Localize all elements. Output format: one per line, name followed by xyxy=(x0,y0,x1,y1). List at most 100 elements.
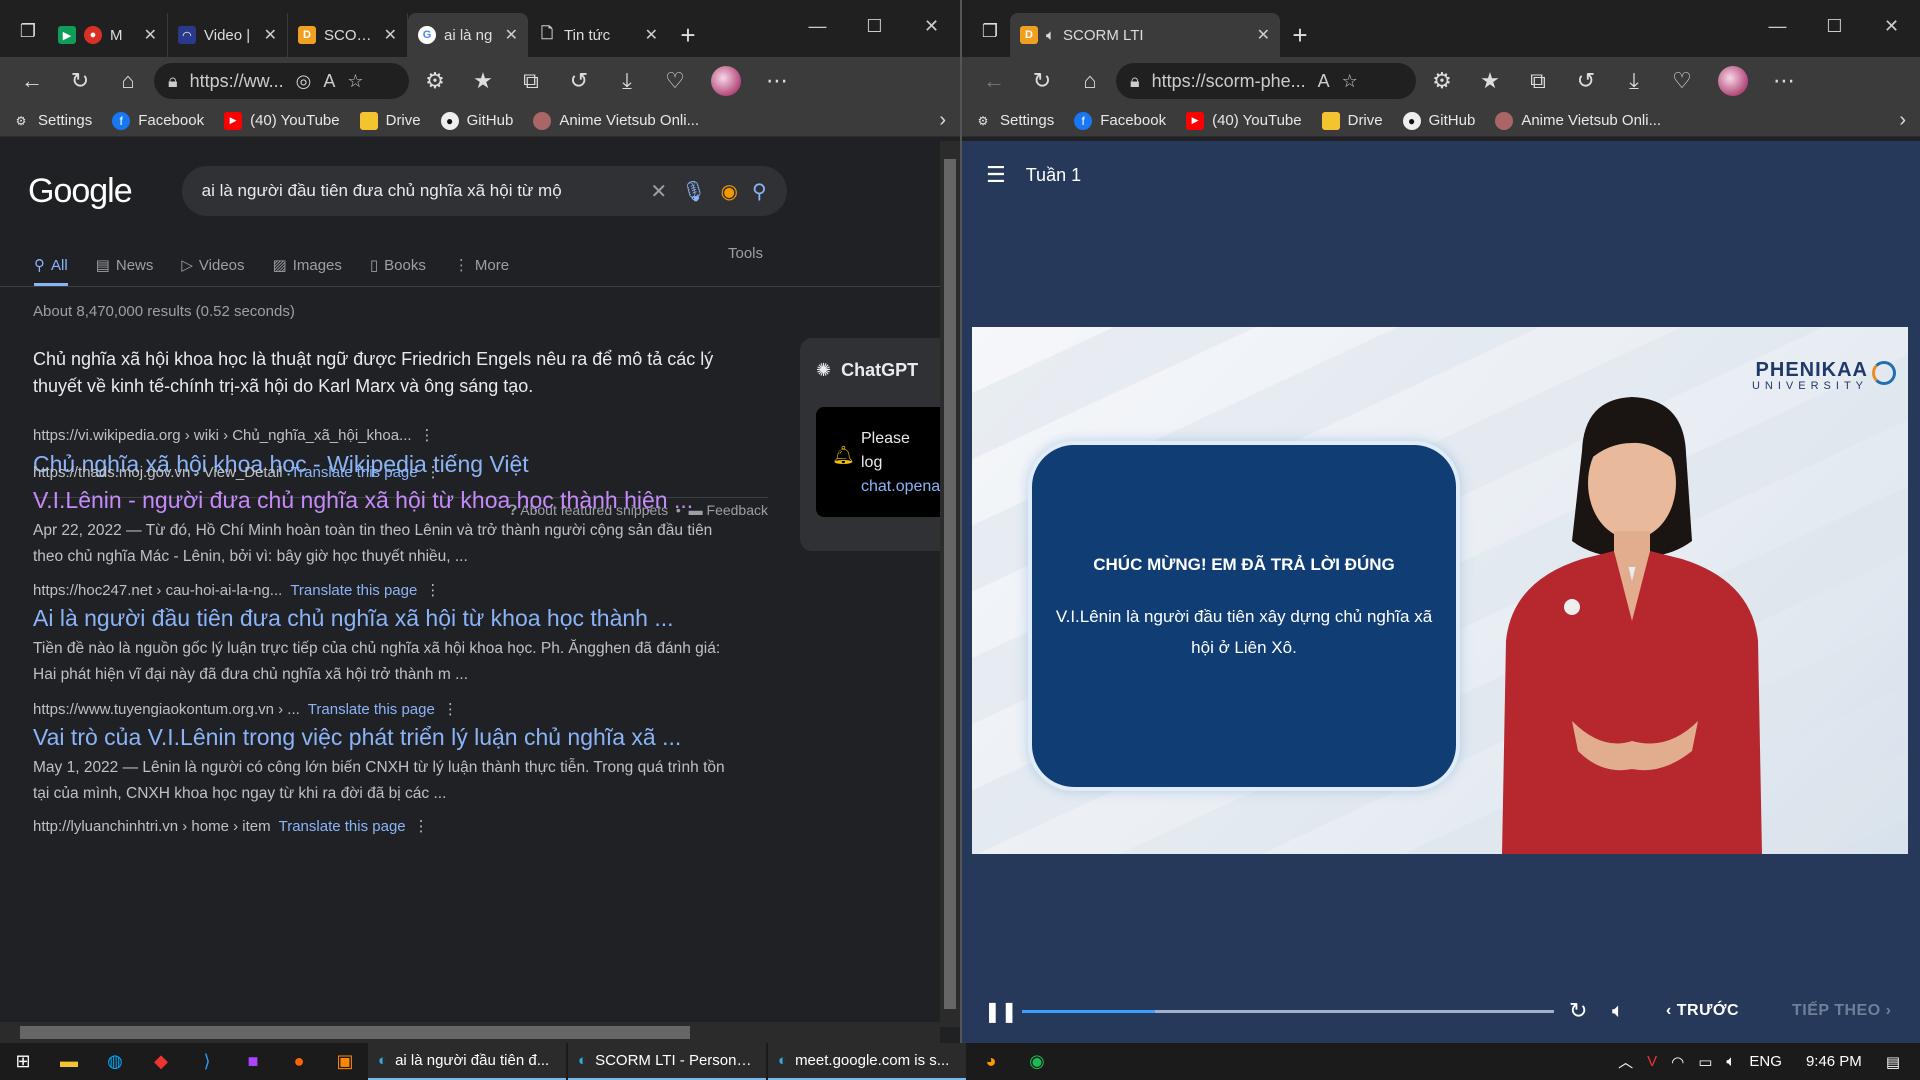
tab-images[interactable]: ▨ Images xyxy=(273,256,342,286)
result-title-link[interactable]: Ai là người đầu tiên đưa chủ nghĩa xã hộ… xyxy=(33,605,753,632)
avatar[interactable] xyxy=(711,66,741,96)
clear-icon[interactable]: ✕ xyxy=(650,179,667,204)
home-icon[interactable]: ⌂ xyxy=(106,61,150,101)
search-icon[interactable]: ⚲ xyxy=(752,179,767,204)
close-icon[interactable]: ✕ xyxy=(1257,25,1270,45)
more-vert-icon[interactable]: ⋮ xyxy=(425,581,440,599)
history-icon[interactable]: ↺ xyxy=(557,61,601,101)
add-favorite-icon[interactable]: ☆ xyxy=(1342,71,1358,92)
bookmark-anime[interactable]: Anime Vietsub Onli... xyxy=(533,111,699,130)
close-icon[interactable]: ✕ xyxy=(505,25,518,45)
extensions-icon[interactable]: ⚙ xyxy=(413,61,457,101)
chevron-up-icon[interactable]: ︿ xyxy=(1618,1051,1633,1072)
minimize-icon[interactable]: — xyxy=(789,0,846,52)
notification-icon[interactable]: ▤ xyxy=(1886,1053,1900,1071)
tab-all[interactable]: ⚲ All xyxy=(34,256,68,286)
bookmark-github[interactable]: ● GitHub xyxy=(1402,111,1475,130)
tab-google-search[interactable]: G ai là ng ✕ xyxy=(408,13,528,57)
more-vert-icon[interactable]: ⋮ xyxy=(420,422,435,449)
bookmark-youtube[interactable]: ▶ (40) YouTube xyxy=(1186,111,1302,130)
speaker-icon[interactable]: 🔈︎ xyxy=(1046,27,1055,44)
maximize-icon[interactable]: ☐ xyxy=(846,0,903,52)
favorites-icon[interactable]: ★ xyxy=(1468,61,1512,101)
read-aloud-icon[interactable]: A xyxy=(323,71,335,92)
close-window-icon[interactable]: ✕ xyxy=(903,0,960,52)
previous-button[interactable]: ‹ TRƯỚC xyxy=(1666,1002,1739,1020)
home-icon[interactable]: ⌂ xyxy=(1068,61,1112,101)
address-bar[interactable]: 🔒︎ https://ww... ◎ A ☆ xyxy=(154,63,409,99)
language-indicator[interactable]: ENG xyxy=(1749,1053,1782,1070)
taskbar-app-google[interactable]: ◐ ai là người đầu tiên đ... xyxy=(368,1043,566,1080)
wifi-icon[interactable]: ◠ xyxy=(1671,1053,1684,1071)
camera-icon[interactable]: ◉ xyxy=(721,179,738,204)
bookmark-facebook[interactable]: f Facebook xyxy=(1074,111,1166,130)
new-tab-button[interactable]: + xyxy=(1280,13,1320,57)
back-icon[interactable]: ← xyxy=(10,61,54,101)
windows-start-icon[interactable]: ⊞ xyxy=(0,1043,46,1080)
translate-link[interactable]: Translate this page xyxy=(290,582,417,599)
collections-icon[interactable]: ⧉ xyxy=(509,61,553,101)
game-icon[interactable]: ◆ xyxy=(138,1043,184,1080)
bookmark-youtube[interactable]: ▶ (40) YouTube xyxy=(224,111,340,130)
bookmark-facebook[interactable]: f Facebook xyxy=(112,111,204,130)
close-icon[interactable]: ✕ xyxy=(264,25,277,45)
address-bar[interactable]: 🔒︎ https://scorm-phe... A ☆ xyxy=(1116,63,1416,99)
tab-videos[interactable]: ▷ Videos xyxy=(181,256,244,286)
firefox-icon[interactable]: ◕ xyxy=(968,1043,1014,1080)
read-aloud-icon[interactable]: A xyxy=(1318,71,1330,92)
clock[interactable]: 9:46 PM xyxy=(1806,1053,1862,1070)
close-icon[interactable]: ✕ xyxy=(384,25,397,45)
refresh-icon[interactable]: ↻ xyxy=(58,61,102,101)
vertical-scrollbar[interactable] xyxy=(940,141,960,1027)
translate-link[interactable]: Translate this page xyxy=(291,464,418,481)
translate-link[interactable]: Translate this page xyxy=(308,701,435,718)
bookmark-anime[interactable]: Anime Vietsub Onli... xyxy=(1495,111,1661,130)
more-menu-icon[interactable]: ⋯ xyxy=(755,61,799,101)
volume-icon[interactable]: 🔈︎ xyxy=(1612,1000,1624,1023)
health-icon[interactable]: ♡ xyxy=(653,61,697,101)
vivaldi-icon[interactable]: V xyxy=(1647,1053,1657,1070)
minimize-icon[interactable]: — xyxy=(1749,0,1806,52)
tab-news[interactable]: ▤ News xyxy=(96,256,154,286)
more-vert-icon[interactable]: ⋮ xyxy=(443,700,458,718)
close-icon[interactable]: ✕ xyxy=(645,25,658,45)
taskbar-app-meet[interactable]: ◐ meet.google.com is s... xyxy=(768,1043,966,1080)
progress-bar[interactable] xyxy=(1022,1010,1554,1013)
postman-icon[interactable]: ● xyxy=(276,1043,322,1080)
health-icon[interactable]: ♡ xyxy=(1660,61,1704,101)
scrollbar-thumb[interactable] xyxy=(944,159,956,1009)
tab-actions-icon[interactable]: ❐ xyxy=(970,11,1010,51)
download-icon[interactable]: ⤓ xyxy=(1612,61,1656,101)
tab-actions-icon[interactable]: ❐ xyxy=(8,11,48,51)
history-icon[interactable]: ↺ xyxy=(1564,61,1608,101)
maximize-icon[interactable]: ☐ xyxy=(1806,0,1863,52)
tab-scorm[interactable]: D SCORM ✕ xyxy=(288,13,408,57)
bookmark-drive[interactable]: Drive xyxy=(1321,111,1383,130)
chevron-right-icon[interactable]: › xyxy=(939,109,946,132)
taskbar-app-scorm[interactable]: ◐ SCORM LTI - Personal ... xyxy=(568,1043,766,1080)
tab-scorm-lti[interactable]: D 🔈︎ SCORM LTI ✕ xyxy=(1010,13,1280,57)
extensions-icon[interactable]: ⚙ xyxy=(1420,61,1464,101)
translate-link[interactable]: Translate this page xyxy=(279,818,406,835)
tab-meet[interactable]: ▶ ● M ✕ xyxy=(48,13,168,57)
new-tab-button[interactable]: + xyxy=(668,13,708,57)
spotify-icon[interactable]: ◉ xyxy=(1014,1043,1060,1080)
favorites-icon[interactable]: ★ xyxy=(461,61,505,101)
bookmark-drive[interactable]: Drive xyxy=(359,111,421,130)
refresh-icon[interactable]: ↻ xyxy=(1020,61,1064,101)
next-button[interactable]: TIẾP THEO › xyxy=(1792,1002,1891,1020)
vscode-icon[interactable]: ⟩ xyxy=(184,1043,230,1080)
search-box[interactable]: ai là người đầu tiên đưa chủ nghĩa xã hộ… xyxy=(181,166,787,216)
file-explorer-icon[interactable]: ▬ xyxy=(46,1043,92,1080)
more-menu-icon[interactable]: ⋯ xyxy=(1762,61,1806,101)
volume-icon[interactable]: 🔈︎ xyxy=(1726,1053,1735,1070)
sublime-icon[interactable]: ▣ xyxy=(322,1043,368,1080)
close-icon[interactable]: ✕ xyxy=(144,25,157,45)
jetbrains-icon[interactable]: ■ xyxy=(230,1043,276,1080)
chatgpt-link[interactable]: chat.opena xyxy=(861,475,940,499)
tab-video[interactable]: ◠ Video | ✕ xyxy=(168,13,288,57)
battery-icon[interactable]: ▭ xyxy=(1698,1053,1712,1071)
pause-icon[interactable]: ❚❚ xyxy=(984,999,1018,1024)
back-icon[interactable]: ← xyxy=(972,61,1016,101)
more-vert-icon[interactable]: ⋮ xyxy=(426,463,441,481)
